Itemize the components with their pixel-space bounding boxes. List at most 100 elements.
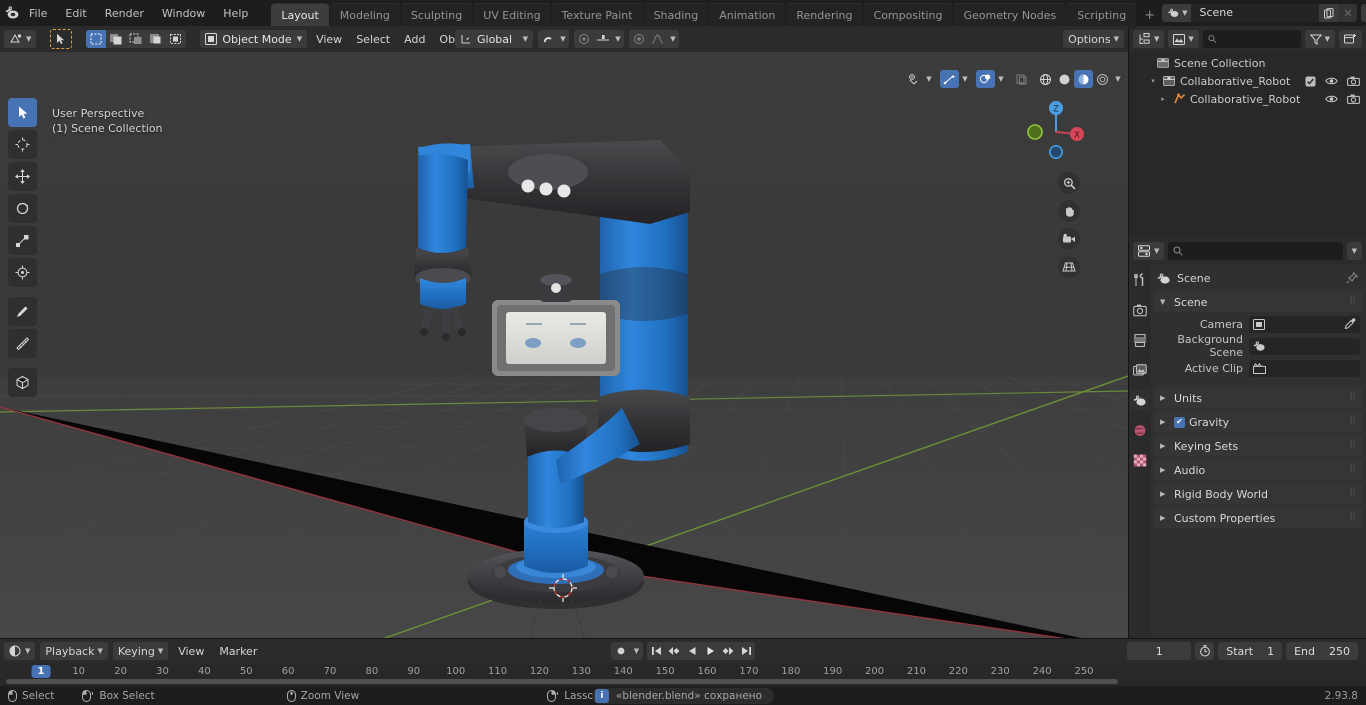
perspective-toggle-icon[interactable]: [1058, 256, 1080, 278]
tab-animation[interactable]: Animation: [709, 2, 786, 28]
tool-select-box-icon[interactable]: [8, 98, 37, 127]
wireframe-shading-icon[interactable]: [1036, 70, 1055, 88]
camera-icon[interactable]: [1347, 76, 1360, 86]
solid-shading-icon[interactable]: [1055, 70, 1074, 88]
timeline-scrollbar[interactable]: [0, 678, 1366, 685]
select-subtract-icon[interactable]: [126, 30, 147, 48]
new-scene-button[interactable]: [1319, 4, 1339, 22]
menu-edit[interactable]: Edit: [56, 4, 95, 23]
viewport-menu-add[interactable]: Add: [399, 30, 430, 48]
interaction-mode-select[interactable]: Object Mode ▼: [200, 30, 308, 48]
rendered-shading-icon[interactable]: [1093, 70, 1112, 88]
properties-tab-world[interactable]: [1130, 420, 1150, 440]
frame-start-field[interactable]: Start 1: [1218, 642, 1283, 660]
background-scene-field[interactable]: [1249, 337, 1360, 355]
blender-logo-icon[interactable]: [4, 0, 20, 26]
view-layer-icon[interactable]: ▼: [1361, 4, 1366, 22]
visibility-icon[interactable]: [904, 70, 923, 88]
frame-end-field[interactable]: End 250: [1286, 642, 1358, 660]
outliner-search-input[interactable]: [1202, 30, 1301, 48]
next-keyframe-icon[interactable]: [719, 642, 737, 660]
magnet-icon[interactable]: [538, 30, 557, 48]
eyedropper-icon[interactable]: [1344, 318, 1356, 330]
scene-name[interactable]: Scene: [1191, 4, 1320, 22]
prev-keyframe-icon[interactable]: [665, 642, 683, 660]
tool-annotate-icon[interactable]: [8, 297, 37, 326]
outliner-filter-button[interactable]: ▼: [1304, 30, 1335, 48]
timeline-menu-view[interactable]: View: [173, 642, 209, 660]
tab-layout[interactable]: Layout: [271, 2, 329, 28]
tab-geometry-nodes[interactable]: Geometry Nodes: [953, 2, 1067, 28]
timeline-menu-keying[interactable]: Keying ▼: [112, 642, 169, 660]
proportional-falloff-icon[interactable]: [629, 30, 648, 48]
menu-file[interactable]: File: [20, 4, 56, 23]
properties-search-input[interactable]: [1168, 242, 1343, 260]
overlays-dropdown-icon[interactable]: ▼: [995, 70, 1007, 88]
tab-shading[interactable]: Shading: [643, 2, 709, 28]
panel-keying-sets-header[interactable]: ▶ Keying Sets ⠿: [1154, 436, 1363, 456]
outliner-display-mode-button[interactable]: ▼: [1168, 30, 1199, 48]
properties-tab-tool[interactable]: [1130, 270, 1150, 290]
snap-targets-icon[interactable]: [593, 30, 612, 48]
overlays-icon[interactable]: [976, 70, 995, 88]
select-intersect-icon[interactable]: [166, 30, 187, 48]
outliner-row-collection[interactable]: ▾ Collaborative_Robot: [1129, 72, 1366, 90]
timeline-ruler[interactable]: 10 20 30 40 50 60 70 80 90 100 110 120 130 140 150 160 1…: [0, 663, 1366, 685]
tab-uv-editing[interactable]: UV Editing: [473, 2, 551, 28]
panel-scene-header[interactable]: ▼ Scene ⠿: [1154, 292, 1363, 312]
panel-units-header[interactable]: ▶ Units ⠿: [1154, 388, 1363, 408]
timeline-menu-playback[interactable]: Playback ▼: [40, 642, 108, 660]
camera-view-icon[interactable]: [1058, 228, 1080, 250]
use-preview-range-button[interactable]: [1195, 642, 1215, 660]
tool-rotate-icon[interactable]: [8, 194, 37, 223]
auto-keying-dropdown-icon[interactable]: ▼: [630, 642, 643, 660]
outliner-editor-type-button[interactable]: ▼: [1133, 30, 1165, 48]
select-extend-icon[interactable]: [106, 30, 127, 48]
jump-to-start-icon[interactable]: [647, 642, 665, 660]
record-icon[interactable]: [611, 642, 630, 660]
gizmo-icon[interactable]: [940, 70, 959, 88]
material-preview-shading-icon[interactable]: [1074, 70, 1093, 88]
tab-sculpting[interactable]: Sculpting: [400, 2, 473, 28]
select-set-icon[interactable]: [86, 30, 107, 48]
pin-icon[interactable]: [1346, 272, 1358, 284]
outliner-filter-text[interactable]: [1220, 32, 1296, 46]
properties-tab-texture[interactable]: [1130, 450, 1150, 470]
properties-tab-output[interactable]: [1130, 330, 1150, 350]
current-frame-field[interactable]: 1: [1127, 642, 1192, 660]
viewport-options-button[interactable]: Options ▼: [1063, 30, 1124, 48]
tab-texture-paint[interactable]: Texture Paint: [551, 2, 643, 28]
eye-icon[interactable]: [1325, 76, 1338, 86]
status-notification[interactable]: i «blender.blend» сохранено: [591, 687, 775, 704]
tab-modeling[interactable]: Modeling: [329, 2, 400, 28]
menu-help[interactable]: Help: [214, 4, 257, 23]
tab-compositing[interactable]: Compositing: [863, 2, 953, 28]
editor-type-button[interactable]: ▼: [4, 30, 37, 48]
properties-options-button[interactable]: ▼: [1346, 242, 1362, 260]
active-clip-field[interactable]: [1249, 359, 1360, 377]
tool-measure-icon[interactable]: [8, 329, 37, 358]
properties-editor-type-button[interactable]: ▼: [1133, 242, 1165, 260]
tool-move-icon[interactable]: [8, 162, 37, 191]
camera-icon[interactable]: [1347, 94, 1360, 104]
tab-scripting[interactable]: Scripting: [1067, 2, 1137, 28]
delete-scene-button[interactable]: ✕: [1338, 4, 1358, 22]
add-workspace-button[interactable]: +: [1137, 3, 1162, 28]
timeline-menu-marker[interactable]: Marker: [214, 642, 262, 660]
play-icon[interactable]: [701, 642, 719, 660]
tab-rendering[interactable]: Rendering: [786, 2, 863, 28]
gizmo-dropdown-icon[interactable]: ▼: [959, 70, 971, 88]
play-reverse-icon[interactable]: [683, 642, 701, 660]
menu-render[interactable]: Render: [96, 4, 153, 23]
falloff-dropdown-icon[interactable]: ▼: [667, 30, 679, 48]
panel-rigid-body-world-header[interactable]: ▶ Rigid Body World ⠿: [1154, 484, 1363, 504]
viewport-3d[interactable]: User Perspective (1) Scene Collection Z …: [0, 52, 1128, 638]
proportional-dropdown-icon[interactable]: ▼: [612, 30, 624, 48]
camera-field[interactable]: [1249, 315, 1360, 333]
proportional-edit-icon[interactable]: [574, 30, 593, 48]
outliner-new-collection-button[interactable]: [1339, 30, 1362, 48]
menu-window[interactable]: Window: [153, 4, 214, 23]
snap-dropdown-icon[interactable]: ▼: [557, 30, 569, 48]
disclosure-closed-icon[interactable]: ▸: [1157, 95, 1169, 103]
timeline-scroll-thumb[interactable]: [6, 679, 1118, 684]
